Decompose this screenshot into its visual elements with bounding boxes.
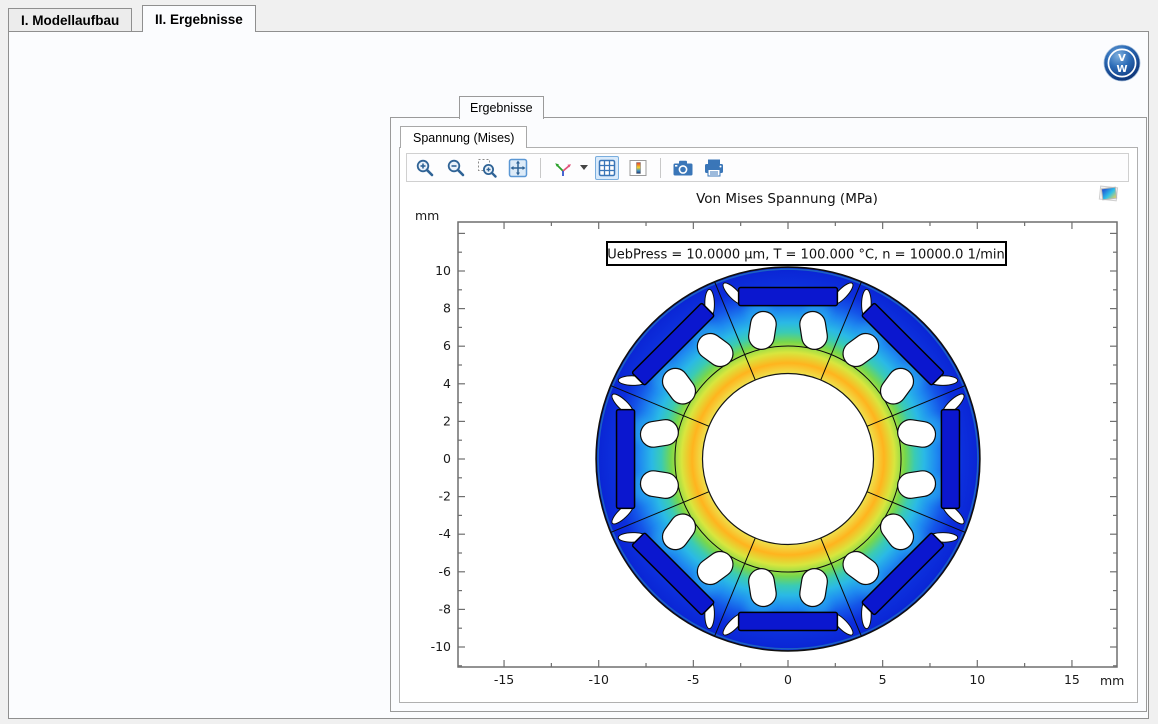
- zoom-extents-icon[interactable]: [506, 156, 530, 180]
- svg-text:-2: -2: [439, 489, 451, 504]
- y-axis-unit: mm: [415, 208, 439, 223]
- x-axis-unit: mm: [1100, 673, 1124, 688]
- tab-modellaufbau[interactable]: I. Modellaufbau: [8, 8, 132, 31]
- toolbar-separator: [660, 158, 661, 178]
- orientation-axes-icon[interactable]: [551, 156, 575, 180]
- zoom-box-icon[interactable]: [475, 156, 499, 180]
- svg-text:6: 6: [443, 338, 451, 353]
- svg-text:-5: -5: [687, 672, 699, 687]
- rotor-stress-plot: [596, 267, 980, 651]
- svg-text:-10: -10: [431, 639, 451, 654]
- svg-text:-15: -15: [494, 672, 514, 687]
- svg-text:8: 8: [443, 301, 451, 316]
- tab-spannung-mises[interactable]: Spannung (Mises): [400, 126, 527, 148]
- grid-icon[interactable]: [595, 156, 619, 180]
- svg-text:15: 15: [1064, 672, 1080, 687]
- tab-right-ergebnisse[interactable]: Ergebnisse: [459, 96, 544, 119]
- tab-spannung-mises-label: Spannung (Mises): [413, 131, 514, 145]
- svg-text:10: 10: [435, 263, 451, 278]
- svg-text:-4: -4: [439, 526, 452, 541]
- tab-modellaufbau-label: I. Modellaufbau: [21, 13, 119, 28]
- plot-thumbnail-icon[interactable]: [1097, 181, 1121, 205]
- svg-text:10: 10: [969, 672, 985, 687]
- svg-text:2: 2: [443, 413, 451, 428]
- plot-toolbar: [406, 153, 1129, 182]
- tab-right-ergebnisse-label: Ergebnisse: [470, 101, 533, 115]
- vw-logo-v: V: [1118, 53, 1126, 64]
- tab-ergebnisse-label: II. Ergebnisse: [155, 12, 243, 27]
- tab-ergebnisse[interactable]: II. Ergebnisse: [142, 5, 256, 32]
- zoom-out-icon[interactable]: [444, 156, 468, 180]
- svg-text:0: 0: [784, 672, 792, 687]
- annotation-text: UebPress = 10.0000 µm, T = 100.000 °C, n…: [607, 248, 1005, 263]
- annotation-box: UebPress = 10.0000 µm, T = 100.000 °C, n…: [607, 242, 1006, 265]
- vw-logo-w: W: [1116, 64, 1127, 75]
- plot-canvas[interactable]: Von Mises Spannung (MPa) mm -15 -10 -5 0 5 10…: [406, 182, 1129, 700]
- svg-text:4: 4: [443, 376, 451, 391]
- dropdown-caret-icon[interactable]: [580, 165, 588, 170]
- svg-text:-6: -6: [439, 564, 452, 579]
- printer-icon[interactable]: [702, 156, 726, 180]
- svg-text:0: 0: [443, 451, 451, 466]
- app-window: I. Modellaufbau II. Ergebnisse i Letzte …: [0, 0, 1158, 724]
- color-legend-icon[interactable]: [626, 156, 650, 180]
- svg-text:5: 5: [879, 672, 887, 687]
- camera-icon[interactable]: [671, 156, 695, 180]
- toolbar-separator: [540, 158, 541, 178]
- zoom-in-icon[interactable]: [413, 156, 437, 180]
- vw-logo: V W: [1103, 44, 1141, 82]
- svg-text:-10: -10: [588, 672, 608, 687]
- svg-text:-8: -8: [439, 601, 452, 616]
- plot-title: Von Mises Spannung (MPa): [696, 191, 878, 207]
